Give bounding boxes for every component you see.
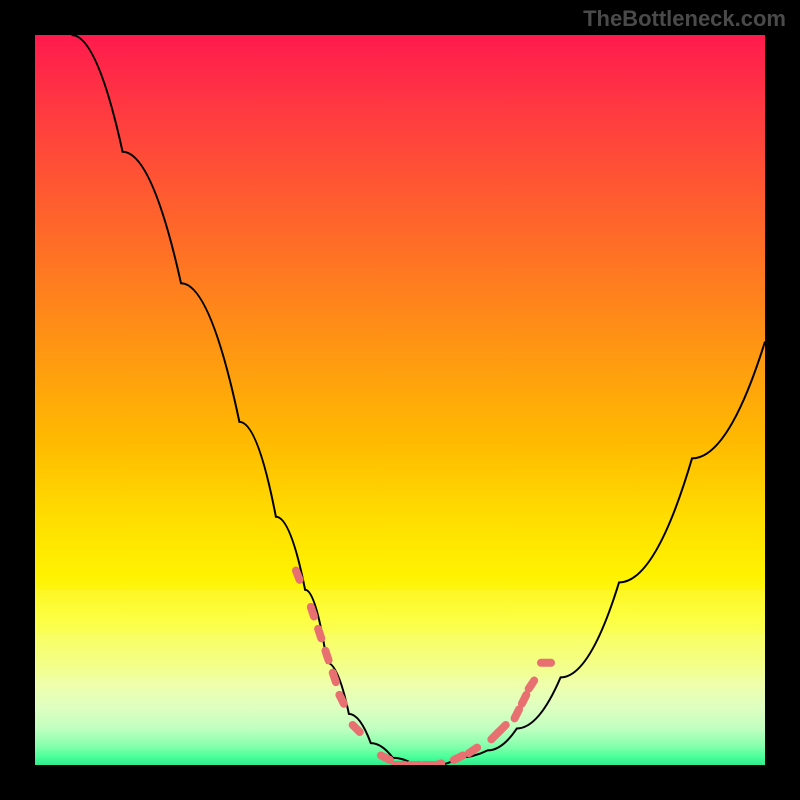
highlight-dash (353, 725, 360, 732)
chart-plot-area (35, 35, 765, 765)
highlight-dash (311, 607, 314, 616)
highlight-dash (529, 681, 535, 689)
bottleneck-curve-line (72, 35, 766, 765)
highlight-dash (522, 695, 526, 704)
highlight-dash (296, 571, 300, 580)
highlight-dash (333, 673, 336, 682)
highlight-dash (499, 725, 506, 732)
highlight-dash (469, 748, 477, 754)
highlight-dash (339, 695, 343, 704)
curve-svg (35, 35, 765, 765)
highlight-dash (381, 755, 390, 759)
highlight-dash (454, 755, 463, 759)
highlight-dash (432, 763, 441, 765)
highlight-dash (325, 651, 328, 660)
highlight-dash (515, 709, 519, 718)
watermark-text: TheBottleneck.com (583, 6, 786, 32)
highlight-dash (318, 629, 321, 638)
